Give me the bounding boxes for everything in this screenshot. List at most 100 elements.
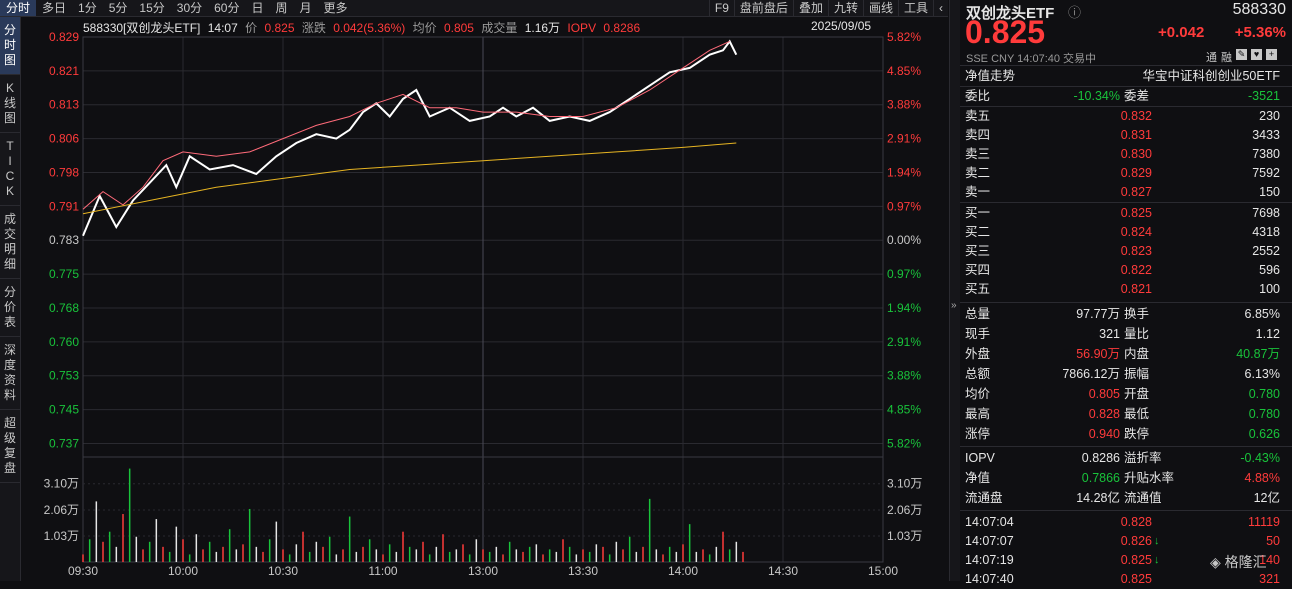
stat-value: 0.780 <box>1248 407 1280 421</box>
period-tab[interactable]: 多日 <box>36 0 72 16</box>
info-date: 2025/09/05 <box>811 19 872 33</box>
period-tab[interactable]: 5分 <box>103 0 134 16</box>
chart-svg: 0.829 0.821 0.813 0.806 0.798 0.791 0.783 0.775… <box>44 30 923 578</box>
info-price-label: 价 <box>245 21 258 35</box>
tick-price: 0.826 <box>1120 534 1152 548</box>
bid-label: 买四 <box>965 263 991 277</box>
view-nav-item[interactable]: K线图 <box>0 75 20 133</box>
view-nav-char: 度 <box>3 358 16 372</box>
ask-row[interactable]: 卖二 0.829 7592 <box>960 163 1292 183</box>
view-nav-char: 复 <box>3 446 16 460</box>
ask-row[interactable]: 卖三 0.830 7380 <box>960 144 1292 164</box>
tool-tab[interactable]: 盘前盘后 <box>733 0 793 16</box>
view-nav-char: C <box>5 169 15 183</box>
stat-value: 321 <box>1099 327 1120 341</box>
tool-tab[interactable]: 画线 <box>862 0 898 16</box>
divider <box>960 302 1292 303</box>
y-tick-left: 0.753 <box>49 369 79 383</box>
y-tick-right: 0.97% <box>887 199 921 213</box>
view-nav-item[interactable]: 分价表 <box>0 279 20 337</box>
bid-row[interactable]: 买二 0.824 4318 <box>960 222 1292 242</box>
view-nav-item[interactable]: 分时图 <box>0 17 20 75</box>
tool-tab[interactable]: 九转 <box>827 0 863 16</box>
stat-label: 开盘 <box>1124 387 1150 401</box>
info-icon[interactable]: ⓘ <box>1068 2 1081 21</box>
period-tab[interactable]: 1分 <box>72 0 103 16</box>
ask-row[interactable]: 卖五 0.832 230 <box>960 106 1292 126</box>
tick-time: 14:07:04 <box>965 515 1014 529</box>
bid-vol: 7698 <box>1252 206 1280 220</box>
ask-vol: 3433 <box>1252 128 1280 142</box>
view-nav-char: 价 <box>3 300 16 314</box>
stat-label: 净值 <box>965 471 991 485</box>
view-nav-char: 级 <box>3 431 16 445</box>
ask-row[interactable]: 卖四 0.831 3433 <box>960 125 1292 145</box>
stat-value: 0.940 <box>1088 427 1120 441</box>
stat-label: 最高 <box>965 407 991 421</box>
period-tab[interactable]: 分时 <box>0 0 37 16</box>
stat-row: 外盘 56.90万 内盘 40.87万 <box>960 344 1292 364</box>
intraday-chart[interactable]: 0.829 0.821 0.813 0.806 0.798 0.791 0.783 0.775… <box>21 17 948 581</box>
netvalue-row[interactable]: 净值走势 华宝中证科创创业50ETF <box>960 66 1292 86</box>
tool-tab[interactable]: 工具 <box>897 0 933 16</box>
stat-value: 0.780 <box>1248 387 1280 401</box>
ask-price: 0.827 <box>1120 185 1152 199</box>
stat-label: 振幅 <box>1124 367 1150 381</box>
view-nav-char: 料 <box>3 388 16 402</box>
stat-row: 涨停 0.940 跌停 0.626 <box>960 424 1292 444</box>
period-tab[interactable]: 60分 <box>208 0 245 16</box>
view-nav-char: K <box>5 81 14 95</box>
bid-label: 买五 <box>965 282 991 296</box>
period-tab[interactable]: 周 <box>270 0 294 16</box>
view-nav-item[interactable]: 深度资料 <box>0 337 20 410</box>
vol-tick: 3.10万 <box>887 477 922 491</box>
stat-value: 0.7866 <box>1081 471 1120 485</box>
stat-label: IOPV <box>965 451 995 465</box>
bid-row[interactable]: 买四 0.822 596 <box>960 260 1292 280</box>
tool-tab[interactable]: 叠加 <box>792 0 828 16</box>
info-avg-label: 均价 <box>412 21 437 35</box>
period-tab[interactable]: 更多 <box>318 0 354 16</box>
ask-row[interactable]: 卖一 0.827 150 <box>960 182 1292 202</box>
stat-row: IOPV 0.8286 溢折率 -0.43% <box>960 448 1292 468</box>
bid-row[interactable]: 买一 0.825 7698 <box>960 203 1292 223</box>
tick-price: 0.825 <box>1120 553 1152 567</box>
period-tab[interactable]: 月 <box>294 0 318 16</box>
bid-row[interactable]: 买三 0.823 2552 <box>960 241 1292 261</box>
view-nav-char: 盘 <box>3 461 16 475</box>
stat-label: 换手 <box>1124 307 1150 321</box>
ask-vol: 150 <box>1259 185 1280 199</box>
info-avg: 0.805 <box>443 21 474 35</box>
stat-label: 升贴水率 <box>1124 471 1175 485</box>
info-change-label: 涨跌 <box>301 21 326 35</box>
plus-icon[interactable]: + <box>1266 49 1277 60</box>
tool-tab[interactable]: F9 <box>708 0 734 16</box>
period-tab[interactable]: 30分 <box>171 0 208 16</box>
y-tick-right: 3.88% <box>887 98 921 112</box>
view-nav-item[interactable]: TICK <box>0 133 20 206</box>
x-tick: 10:30 <box>268 564 298 578</box>
bid-vol: 4318 <box>1252 225 1280 239</box>
period-tab[interactable]: 日 <box>245 0 269 16</box>
ask-label: 卖一 <box>965 185 991 199</box>
bid-row[interactable]: 买五 0.821 100 <box>960 279 1292 299</box>
series-line <box>82 40 730 210</box>
x-tick: 09:30 <box>68 564 98 578</box>
stat-row: 均价 0.805 开盘 0.780 <box>960 384 1292 404</box>
heart-icon[interactable]: ♥ <box>1251 49 1262 60</box>
view-nav-char: 交 <box>3 227 16 241</box>
view-nav-char: 图 <box>3 111 16 125</box>
pencil-icon[interactable]: ✎ <box>1236 49 1247 60</box>
stat-label: 流通盘 <box>965 491 1003 505</box>
view-nav-item[interactable]: 成交明细 <box>0 206 20 279</box>
tick-row: 14:07:40 0.825 321 <box>960 569 1292 589</box>
view-nav-item[interactable]: 超级复盘 <box>0 410 20 483</box>
down-arrow-icon: ↓ <box>1154 535 1160 547</box>
period-tab[interactable]: 15分 <box>133 0 170 16</box>
chevron-left-icon[interactable]: ‹ <box>933 0 948 16</box>
ask-label: 卖二 <box>965 166 991 180</box>
y-tick-left: 0.737 <box>49 436 79 450</box>
stat-value: 0.828 <box>1088 407 1120 421</box>
vol-tick: 3.10万 <box>44 477 79 491</box>
chevron-right-icon[interactable]: » <box>951 300 957 311</box>
